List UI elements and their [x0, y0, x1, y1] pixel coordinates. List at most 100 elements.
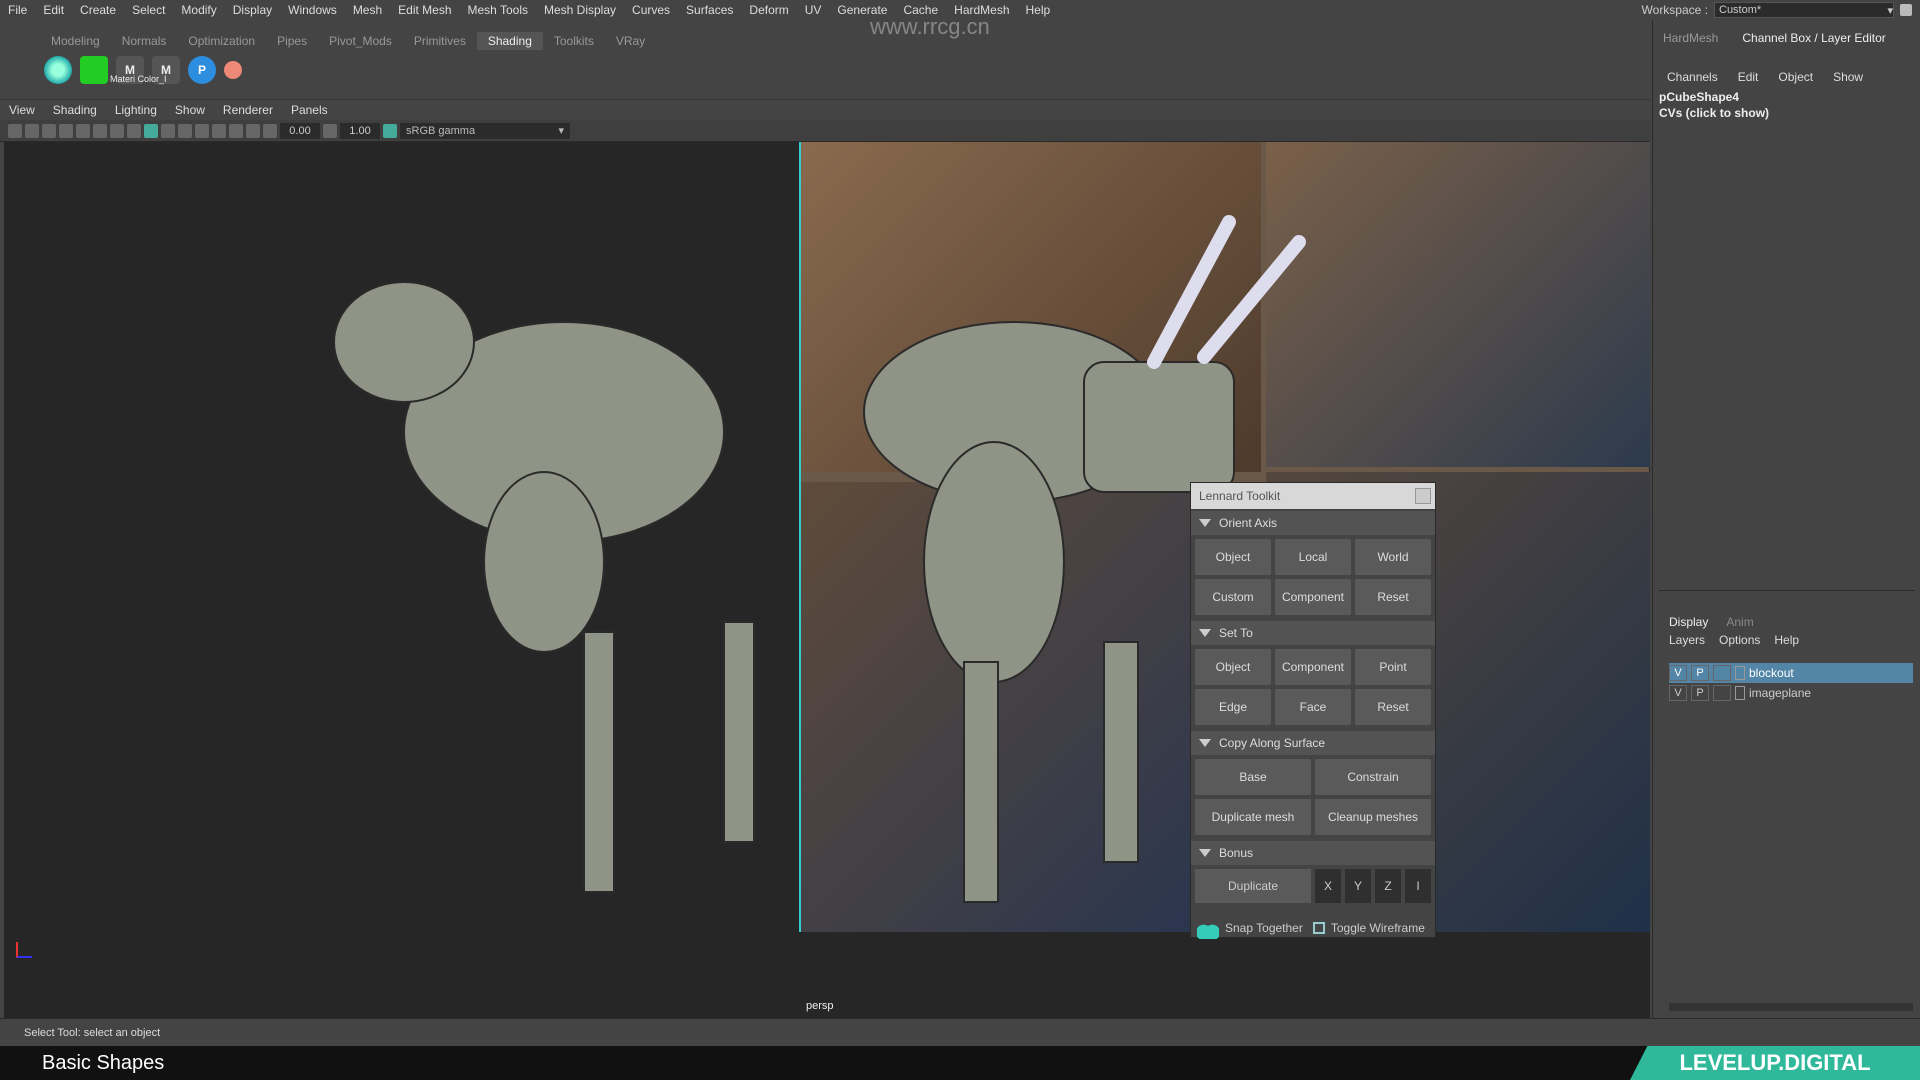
cube-material-icon[interactable]: [80, 56, 108, 84]
lock-icon[interactable]: [1900, 4, 1912, 16]
layer-playback-toggle[interactable]: P: [1691, 685, 1709, 701]
section-orient-axis[interactable]: Orient Axis: [1191, 511, 1435, 535]
axis-z-button[interactable]: Z: [1375, 869, 1401, 903]
shelf-tab-primitives[interactable]: Primitives: [403, 32, 477, 50]
menu-edit-mesh[interactable]: Edit Mesh: [390, 3, 459, 17]
layer-row[interactable]: V Pblockout: [1669, 663, 1913, 683]
duplicate-button[interactable]: Duplicate: [1195, 869, 1311, 903]
camera-icon[interactable]: [8, 123, 22, 138]
constrain-button[interactable]: Constrain: [1315, 759, 1431, 795]
layer-color-swatch[interactable]: [1735, 686, 1745, 700]
xray-icon[interactable]: [246, 123, 260, 138]
layer-type-toggle[interactable]: [1713, 665, 1731, 681]
toggle-wireframe-label[interactable]: Toggle Wireframe: [1331, 921, 1425, 935]
menu-mesh[interactable]: Mesh: [345, 3, 390, 17]
menu-mesh-tools[interactable]: Mesh Tools: [460, 3, 536, 17]
shelf-tab-optimization[interactable]: Optimization: [177, 32, 266, 50]
menu-windows[interactable]: Windows: [280, 3, 345, 17]
close-icon[interactable]: [1415, 488, 1431, 504]
viewport-menu-show[interactable]: Show: [166, 103, 214, 117]
lights-icon[interactable]: [178, 123, 192, 138]
menu-surfaces[interactable]: Surfaces: [678, 3, 741, 17]
exposure-field[interactable]: 0.00: [280, 122, 320, 139]
viewport-menu-renderer[interactable]: Renderer: [214, 103, 282, 117]
menu-select[interactable]: Select: [124, 3, 173, 17]
menu-file[interactable]: File: [0, 3, 35, 17]
orient-custom-button[interactable]: Custom: [1195, 579, 1271, 615]
menu-uv[interactable]: UV: [797, 3, 830, 17]
menu-deform[interactable]: Deform: [741, 3, 796, 17]
menu-modify[interactable]: Modify: [173, 3, 224, 17]
orient-local-button[interactable]: Local: [1275, 539, 1351, 575]
color-management-icon[interactable]: [383, 123, 397, 138]
channel-menu-object[interactable]: Object: [1778, 70, 1813, 84]
wireframe-icon[interactable]: [127, 123, 141, 138]
layer-tab-display[interactable]: Display: [1669, 615, 1708, 629]
color-space-dropdown[interactable]: sRGB gamma ▾: [400, 122, 570, 139]
axis-i-button[interactable]: I: [1405, 869, 1431, 903]
base-button[interactable]: Base: [1195, 759, 1311, 795]
panel-tab-channel-box-layer-editor[interactable]: Channel Box / Layer Editor: [1732, 28, 1895, 48]
setto-component-button[interactable]: Component: [1275, 649, 1351, 685]
layer-menu-help[interactable]: Help: [1774, 633, 1799, 647]
layer-scrollbar[interactable]: [1669, 1003, 1913, 1011]
orient-component-button[interactable]: Component: [1275, 579, 1351, 615]
snap-together-icon[interactable]: [1197, 917, 1219, 939]
orient-world-button[interactable]: World: [1355, 539, 1431, 575]
channel-cvs-hint[interactable]: CVs (click to show): [1659, 106, 1769, 120]
orange-sphere-icon[interactable]: [224, 61, 242, 79]
setto-reset-button[interactable]: Reset: [1355, 689, 1431, 725]
film-gate-icon[interactable]: [93, 123, 107, 138]
menu-create[interactable]: Create: [72, 3, 124, 17]
section-copy-along-surface[interactable]: Copy Along Surface: [1191, 731, 1435, 755]
viewport-menu-view[interactable]: View: [0, 103, 44, 117]
exposure-icon[interactable]: [263, 123, 277, 138]
axis-y-button[interactable]: Y: [1345, 869, 1371, 903]
isolate-icon[interactable]: [229, 123, 243, 138]
paint-p-icon[interactable]: P: [188, 56, 216, 84]
axis-x-button[interactable]: X: [1315, 869, 1341, 903]
layer-visibility-toggle[interactable]: V: [1669, 685, 1687, 701]
panel-tab-hardmesh[interactable]: HardMesh: [1653, 28, 1728, 48]
shelf-tab-normals[interactable]: Normals: [111, 32, 178, 50]
shelf-tab-toolkits[interactable]: Toolkits: [543, 32, 605, 50]
shelf-tab-vray[interactable]: VRay: [605, 32, 656, 50]
viewport-menu-panels[interactable]: Panels: [282, 103, 337, 117]
wireframe-cube-icon[interactable]: [1312, 922, 1325, 934]
smooth-shade-icon[interactable]: [144, 123, 158, 138]
orient-reset-button[interactable]: Reset: [1355, 579, 1431, 615]
channel-menu-channels[interactable]: Channels: [1667, 70, 1718, 84]
setto-point-button[interactable]: Point: [1355, 649, 1431, 685]
select-camera-icon[interactable]: [59, 123, 73, 138]
snap-together-label[interactable]: Snap Together: [1225, 921, 1303, 935]
toolkit-titlebar[interactable]: Lennard Toolkit: [1191, 483, 1435, 509]
workspace-dropdown[interactable]: Custom* ▾: [1714, 2, 1894, 18]
duplicate-mesh-button[interactable]: Duplicate mesh: [1195, 799, 1311, 835]
resolution-gate-icon[interactable]: [110, 123, 124, 138]
layer-name[interactable]: imageplane: [1749, 686, 1811, 700]
layer-menu-layers[interactable]: Layers: [1669, 633, 1705, 647]
shelf-tab-modeling[interactable]: Modeling: [40, 32, 111, 50]
shelf-tab-shading[interactable]: Shading: [476, 32, 543, 50]
setto-edge-button[interactable]: Edge: [1195, 689, 1271, 725]
channel-menu-show[interactable]: Show: [1833, 70, 1863, 84]
menu-mesh-display[interactable]: Mesh Display: [536, 3, 624, 17]
menu-curves[interactable]: Curves: [624, 3, 678, 17]
gamma-icon[interactable]: [323, 123, 337, 138]
layer-type-toggle[interactable]: [1713, 685, 1731, 701]
layer-tab-anim[interactable]: Anim: [1726, 615, 1753, 629]
layer-visibility-toggle[interactable]: V: [1669, 665, 1687, 681]
section-set-to[interactable]: Set To: [1191, 621, 1435, 645]
section-bonus[interactable]: Bonus: [1191, 841, 1435, 865]
hypershade-icon[interactable]: [44, 56, 72, 84]
camera-attr-icon[interactable]: [25, 123, 39, 138]
ao-icon[interactable]: [212, 123, 226, 138]
bookmark-icon[interactable]: [42, 123, 56, 138]
layer-name[interactable]: blockout: [1749, 666, 1794, 680]
menu-edit[interactable]: Edit: [35, 3, 72, 17]
shelf-tab-pipes[interactable]: Pipes: [266, 32, 318, 50]
gamma-field[interactable]: 1.00: [340, 122, 380, 139]
menu-display[interactable]: Display: [225, 3, 280, 17]
cleanup-meshes-button[interactable]: Cleanup meshes: [1315, 799, 1431, 835]
layer-playback-toggle[interactable]: P: [1691, 665, 1709, 681]
